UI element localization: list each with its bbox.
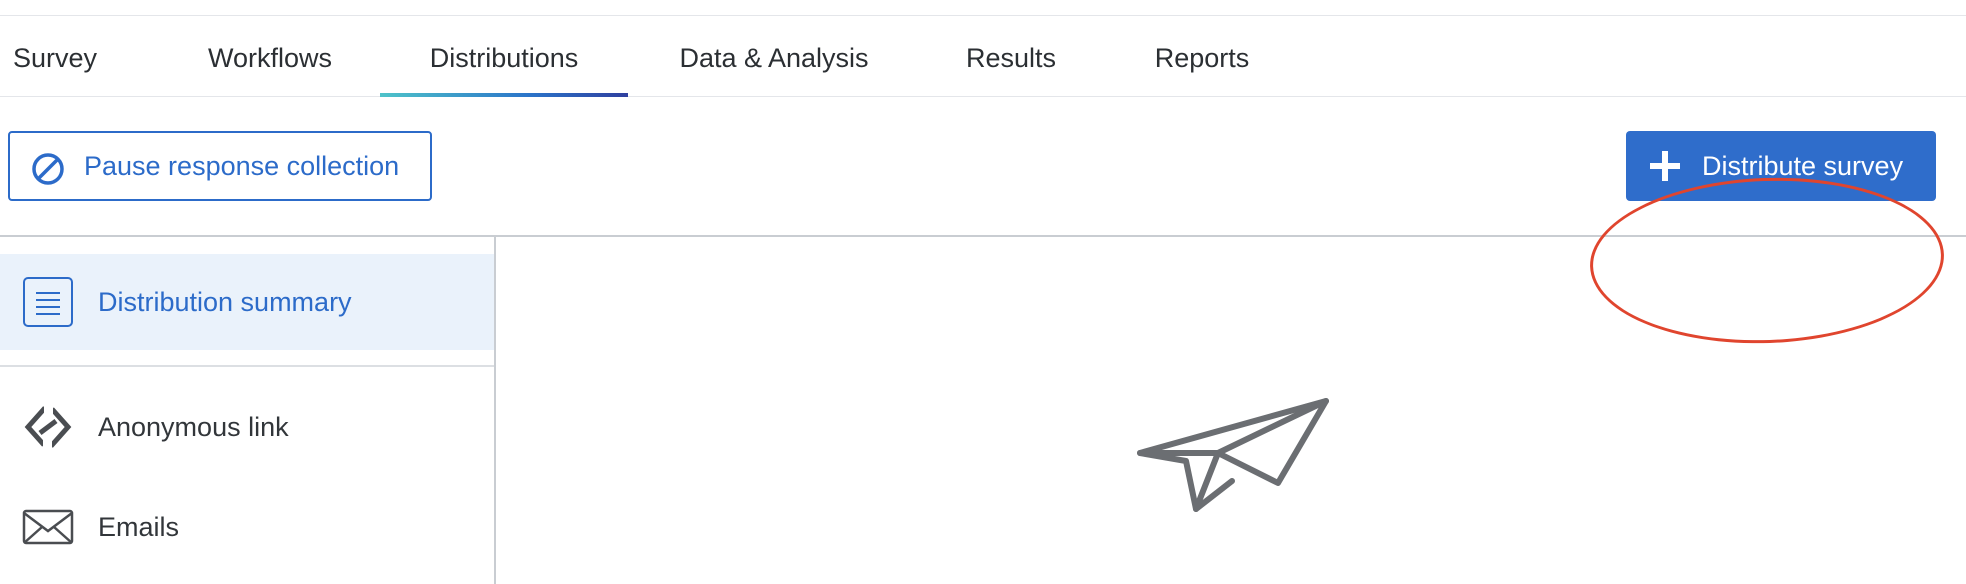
sidebar-item-anonymous-link[interactable]: Anonymous link [0, 387, 494, 467]
action-toolbar: Pause response collection Distribute sur… [0, 97, 1966, 350]
main-tab-bar: Survey Workflows Distributions Data & An… [0, 16, 1966, 97]
sidebar-item-label: Distribution summary [98, 287, 352, 317]
tab-results[interactable]: Results [954, 16, 1068, 96]
sidebar-item-emails[interactable]: Emails [0, 487, 494, 567]
tab-survey[interactable]: Survey [0, 16, 110, 96]
sidebar-item-label: Emails [98, 512, 180, 542]
sidebar-divider [0, 365, 494, 367]
plus-icon [1648, 149, 1682, 183]
distribute-survey-button[interactable]: Distribute survey [1626, 131, 1936, 201]
distribution-summary-panel [496, 237, 1966, 584]
envelope-icon [22, 501, 74, 553]
sidebar-item-distribution-summary[interactable]: Distribution summary [0, 254, 494, 350]
sidebar-item-label: Anonymous link [98, 412, 289, 442]
top-strip [0, 0, 1966, 16]
link-icon [22, 401, 74, 453]
tab-workflows[interactable]: Workflows [190, 16, 350, 96]
distribute-button-label: Distribute survey [1702, 151, 1904, 181]
distribution-sidebar: Distribution summary Anonymous link Emai… [0, 237, 496, 584]
prohibited-icon [31, 152, 65, 186]
pause-response-collection-button[interactable]: Pause response collection [8, 131, 432, 201]
list-icon [22, 276, 74, 328]
paper-plane-icon [1136, 397, 1336, 517]
pause-button-label: Pause response collection [84, 151, 400, 181]
tab-data-analysis[interactable]: Data & Analysis [664, 16, 884, 96]
tab-distributions[interactable]: Distributions [380, 16, 628, 97]
tab-reports[interactable]: Reports [1144, 16, 1260, 96]
